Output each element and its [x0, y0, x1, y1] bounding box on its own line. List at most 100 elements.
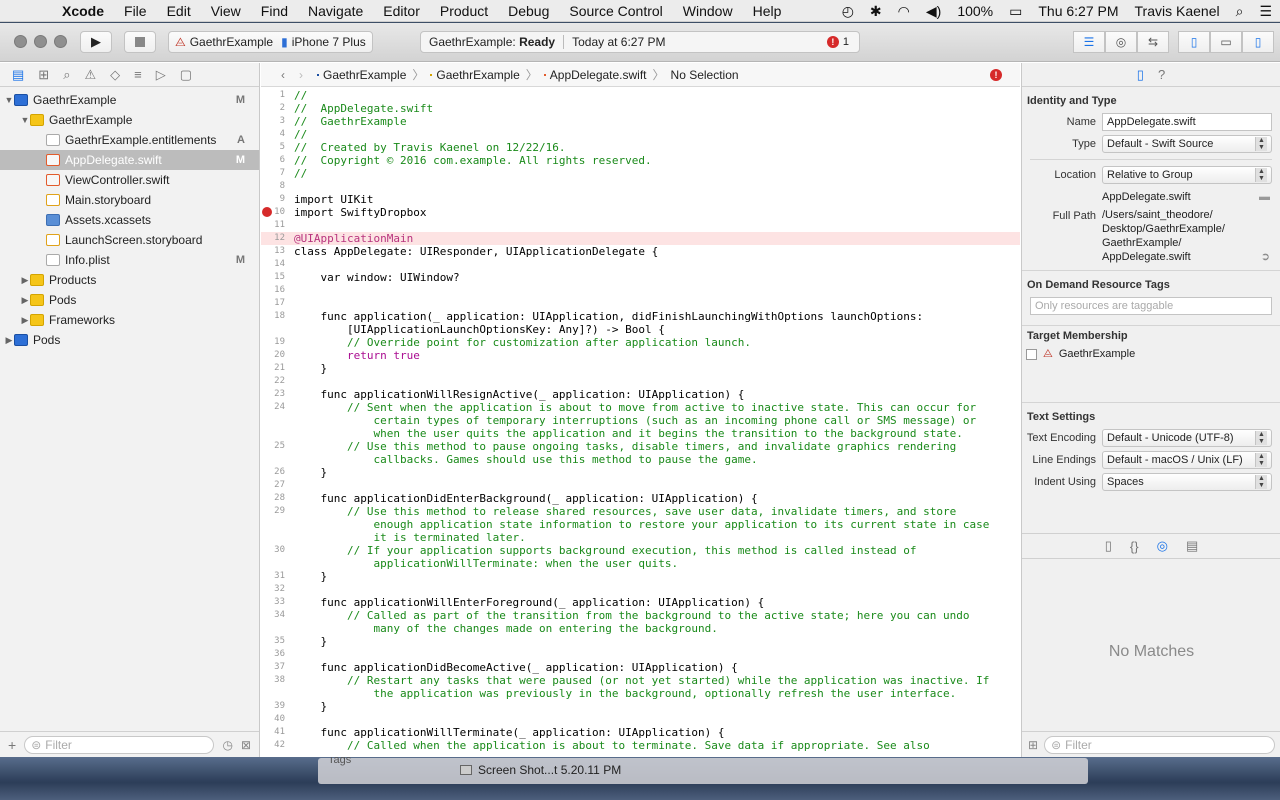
disclosure-triangle-icon[interactable]: ▼	[20, 115, 30, 125]
menu-file[interactable]: File	[124, 3, 147, 19]
toggle-navigator-button[interactable]: ▯	[1178, 31, 1210, 53]
forward-arrow-icon[interactable]: ›	[299, 68, 303, 82]
navigator-row-label: AppDelegate.swift	[65, 153, 162, 167]
error-icon[interactable]: !	[826, 36, 839, 48]
menu-navigate[interactable]: Navigate	[308, 3, 363, 19]
grid-view-icon[interactable]: ⊞	[1028, 738, 1038, 752]
file-inspector-tab-icon[interactable]: ▯	[1137, 67, 1144, 83]
disclosure-triangle-icon[interactable]: ▼	[4, 95, 14, 105]
navigator-row[interactable]: Main.storyboard	[0, 190, 259, 210]
find-navigator-tab-icon[interactable]: ⌕	[63, 67, 70, 83]
debug-navigator-tab-icon[interactable]: ≡	[134, 67, 142, 82]
run-button[interactable]: ▶	[80, 31, 112, 53]
close-window-button[interactable]	[14, 35, 27, 48]
dock-screenshot-item[interactable]: Screen Shot...t 5.20.11 PM	[460, 763, 621, 777]
version-editor-button[interactable]: ⇆	[1137, 31, 1169, 53]
code-snippet-library-icon[interactable]: {}	[1130, 539, 1139, 554]
menu-debug[interactable]: Debug	[508, 3, 549, 19]
zoom-window-button[interactable]	[54, 35, 67, 48]
scheme-selector[interactable]: ⨺ GaethrExample ▮ iPhone 7 Plus	[168, 31, 373, 53]
toggle-inspector-button[interactable]: ▯	[1242, 31, 1274, 53]
wifi-icon[interactable]: ◠	[898, 3, 910, 20]
menu-view[interactable]: View	[211, 3, 241, 19]
navigator-row[interactable]: ▼ GaethrExample M	[0, 90, 259, 110]
clock[interactable]: Thu 6:27 PM	[1038, 3, 1118, 19]
code-line: 32	[261, 583, 1020, 596]
spotlight-icon[interactable]: ⌕	[1236, 3, 1244, 20]
issue-navigator-tab-icon[interactable]: ⚠	[84, 67, 96, 83]
navigator-row[interactable]: LaunchScreen.storyboard	[0, 230, 259, 250]
test-navigator-tab-icon[interactable]: ◇	[110, 67, 120, 83]
fullpath-label: Full Path	[1052, 210, 1096, 222]
line-number: 32	[274, 584, 285, 594]
report-navigator-tab-icon[interactable]: ▢	[180, 67, 192, 83]
breadcrumb-file[interactable]: AppDelegate.swift	[543, 68, 647, 82]
navigator-row[interactable]: ▶ Pods	[0, 330, 259, 350]
time-machine-icon[interactable]: ◴	[842, 3, 854, 20]
name-field[interactable]: AppDelegate.swift	[1102, 113, 1272, 131]
folder-reveal-icon[interactable]: ▬	[1259, 191, 1270, 203]
media-library-icon[interactable]: ▤	[1186, 538, 1198, 554]
volume-icon[interactable]: ◀)	[926, 3, 941, 20]
battery-icon[interactable]: ▭	[1009, 3, 1022, 20]
modified-files-icon[interactable]: ⊠	[241, 738, 251, 752]
battery-percent[interactable]: 100%	[957, 3, 993, 19]
minimize-window-button[interactable]	[34, 35, 47, 48]
menu-source-control[interactable]: Source Control	[569, 3, 662, 19]
disclosure-triangle-icon[interactable]: ▶	[20, 295, 30, 306]
quick-help-tab-icon[interactable]: ?	[1158, 67, 1165, 82]
endings-popup[interactable]: Default - macOS / Unix (LF) ▲ ▼	[1102, 451, 1272, 469]
file-template-library-icon[interactable]: ▯	[1105, 538, 1112, 554]
navigator-filter-input[interactable]: ⊜ Filter	[24, 735, 215, 754]
navigator-row[interactable]: GaethrExample.entitlements A	[0, 130, 259, 150]
navigator-row[interactable]: ▼ GaethrExample	[0, 110, 259, 130]
symbol-navigator-tab-icon[interactable]: ⊞	[38, 67, 49, 83]
notification-center-icon[interactable]: ☰	[1259, 3, 1272, 20]
toggle-debug-area-button[interactable]: ▭	[1210, 31, 1242, 53]
recent-files-icon[interactable]: ◷	[222, 738, 232, 752]
menu-product[interactable]: Product	[440, 3, 488, 19]
indent-popup[interactable]: Spaces ▲ ▼	[1102, 473, 1272, 491]
bluetooth-icon[interactable]: ✱	[870, 3, 882, 20]
add-icon[interactable]: +	[8, 737, 16, 753]
code-area[interactable]: 1 // 2 // AppDelegate.swift 3 // GaethrExampl…	[261, 89, 1020, 757]
target-checkbox[interactable]	[1026, 348, 1037, 360]
breakpoint-navigator-tab-icon[interactable]: ▷	[156, 67, 166, 83]
user-name[interactable]: Travis Kaenel	[1135, 3, 1220, 19]
disclosure-triangle-icon[interactable]: ▶	[4, 335, 14, 346]
stop-button[interactable]	[124, 31, 156, 53]
navigator-row[interactable]: ViewController.swift	[0, 170, 259, 190]
navigator-row[interactable]: ▶ Products	[0, 270, 259, 290]
assistant-editor-button[interactable]: ◎	[1105, 31, 1137, 53]
navigator-row[interactable]: AppDelegate.swift M	[0, 150, 259, 170]
menu-edit[interactable]: Edit	[167, 3, 191, 19]
breadcrumb-selection[interactable]: No Selection	[671, 68, 739, 82]
type-popup[interactable]: Default - Swift Source ▲ ▼	[1102, 135, 1272, 153]
navigator-row[interactable]: ▶ Frameworks	[0, 310, 259, 330]
reveal-in-finder-icon[interactable]: ➲	[1261, 250, 1270, 263]
navigator-row[interactable]: Assets.xcassets	[0, 210, 259, 230]
encoding-popup[interactable]: Default - Unicode (UTF-8) ▲ ▼	[1102, 429, 1272, 447]
error-count[interactable]: 1	[843, 36, 849, 48]
issue-error-icon[interactable]: !	[990, 68, 1002, 81]
menu-editor[interactable]: Editor	[383, 3, 420, 19]
back-arrow-icon[interactable]: ‹	[281, 68, 285, 82]
menu-help[interactable]: Help	[753, 3, 782, 19]
menu-find[interactable]: Find	[261, 3, 288, 19]
menu-window[interactable]: Window	[683, 3, 733, 19]
activity-viewer[interactable]: GaethrExample: Ready Today at 6:27 PM ! …	[420, 31, 860, 53]
disclosure-triangle-icon[interactable]: ▶	[20, 275, 30, 286]
object-library-icon[interactable]: ◎	[1157, 538, 1168, 554]
code-text: // AppDelegate.swift	[294, 102, 434, 115]
navigator-row[interactable]: ▶ Pods	[0, 290, 259, 310]
navigator-row[interactable]: Info.plist M	[0, 250, 259, 270]
location-popup[interactable]: Relative to Group ▲ ▼	[1102, 166, 1272, 184]
breadcrumb-project[interactable]: GaethrExample	[317, 68, 406, 82]
menu-app-name[interactable]: Xcode	[62, 3, 104, 19]
disclosure-triangle-icon[interactable]: ▶	[20, 315, 30, 326]
file-tree: ▼ GaethrExample M ▼ GaethrExample GaethrExamp…	[0, 90, 259, 350]
project-navigator-tab-icon[interactable]: ▤	[12, 67, 24, 83]
breadcrumb-group[interactable]: GaethrExample	[430, 68, 520, 82]
standard-editor-button[interactable]: ☰	[1073, 31, 1105, 53]
library-filter-input[interactable]: ⊜ Filter	[1044, 735, 1275, 754]
